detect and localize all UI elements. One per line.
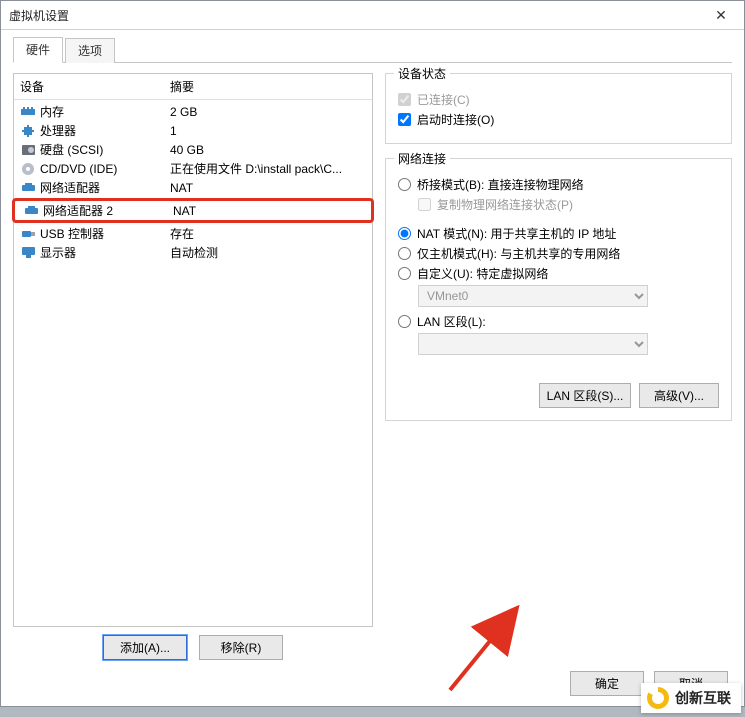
display-icon: [20, 246, 36, 260]
add-button[interactable]: 添加(A)...: [103, 635, 187, 660]
right-pane: 设备状态 已连接(C) 启动时连接(O) 网络连接 桥接模式(B): 直接连接物: [385, 73, 732, 660]
custom-radio[interactable]: 自定义(U): 特定虚拟网络: [398, 265, 719, 282]
group-legend: 设备状态: [394, 65, 450, 82]
device-name: 显示器: [40, 244, 76, 261]
col-device: 设备: [20, 78, 170, 95]
device-summary: 2 GB: [170, 105, 366, 119]
logo-text: 创新互联: [675, 688, 731, 708]
device-summary: NAT: [170, 181, 366, 195]
connect-on-start-input[interactable]: [398, 113, 411, 126]
lan-segments-button[interactable]: LAN 区段(S)...: [539, 383, 631, 408]
vm-settings-window: 虚拟机设置 ✕ 硬件 选项 设备 摘要 内: [0, 0, 745, 707]
custom-vmnet-select: VMnet0: [418, 285, 648, 307]
lan-radio[interactable]: LAN 区段(L):: [398, 313, 719, 330]
window-title: 虚拟机设置: [9, 7, 69, 24]
hostonly-radio[interactable]: 仅主机模式(H): 与主机共享的专用网络: [398, 245, 719, 262]
network-icon: [23, 204, 39, 218]
device-summary: NAT: [173, 204, 363, 218]
device-summary: 自动检测: [170, 244, 366, 261]
nat-input[interactable]: [398, 227, 411, 240]
list-header: 设备 摘要: [14, 74, 372, 100]
device-name: 内存: [40, 103, 64, 120]
remove-button[interactable]: 移除(R): [199, 635, 283, 660]
logo-badge: 创新互联: [641, 683, 741, 713]
device-summary: 存在: [170, 225, 366, 242]
device-name: CD/DVD (IDE): [40, 162, 117, 176]
device-summary: 正在使用文件 D:\install pack\C...: [170, 160, 366, 177]
replicate-input: [418, 198, 431, 211]
network-connection-group: 网络连接 桥接模式(B): 直接连接物理网络 复制物理网络连接状态(P) NAT…: [385, 158, 732, 421]
device-status-group: 设备状态 已连接(C) 启动时连接(O): [385, 73, 732, 144]
nat-radio[interactable]: NAT 模式(N): 用于共享主机的 IP 地址: [398, 225, 719, 242]
custom-input[interactable]: [398, 267, 411, 280]
list-item-display[interactable]: 显示器 自动检测: [14, 243, 372, 262]
logo-icon: [647, 687, 669, 709]
hdd-icon: [20, 143, 36, 157]
connect-on-start-checkbox[interactable]: 启动时连接(O): [398, 111, 719, 128]
device-name: 网络适配器 2: [43, 202, 113, 219]
titlebar: 虚拟机设置 ✕: [1, 1, 744, 30]
list-item-net1[interactable]: 网络适配器 NAT: [14, 178, 372, 197]
list-item-memory[interactable]: 内存 2 GB: [14, 102, 372, 121]
list-item-usb[interactable]: USB 控制器 存在: [14, 224, 372, 243]
device-name: USB 控制器: [40, 225, 104, 242]
group-legend: 网络连接: [394, 150, 450, 167]
advanced-button[interactable]: 高级(V)...: [639, 383, 719, 408]
close-icon[interactable]: ✕: [704, 7, 738, 24]
tabs: 硬件 选项: [13, 38, 732, 63]
list-item-cpu[interactable]: 处理器 1: [14, 121, 372, 140]
highlight-selected: 网络适配器 2 NAT: [12, 198, 374, 223]
device-name: 处理器: [40, 122, 76, 139]
cpu-icon: [20, 124, 36, 138]
replicate-checkbox: 复制物理网络连接状态(P): [418, 196, 719, 213]
network-icon: [20, 181, 36, 195]
col-summary: 摘要: [170, 78, 366, 95]
list-item-net2[interactable]: 网络适配器 2 NAT: [17, 201, 369, 220]
bridged-radio[interactable]: 桥接模式(B): 直接连接物理网络: [398, 176, 719, 193]
device-summary: 1: [170, 124, 366, 138]
bridged-input[interactable]: [398, 178, 411, 191]
list-item-cd[interactable]: CD/DVD (IDE) 正在使用文件 D:\install pack\C...: [14, 159, 372, 178]
left-pane: 设备 摘要 内存 2 GB 处理器: [13, 73, 373, 660]
device-name: 网络适配器: [40, 179, 100, 196]
cd-icon: [20, 162, 36, 176]
tab-options[interactable]: 选项: [65, 38, 115, 63]
tab-hardware[interactable]: 硬件: [13, 37, 63, 63]
device-name: 硬盘 (SCSI): [40, 141, 103, 158]
hostonly-input[interactable]: [398, 247, 411, 260]
list-body: 内存 2 GB 处理器 1 硬盘 (SCSI): [14, 100, 372, 264]
device-summary: 40 GB: [170, 143, 366, 157]
lan-segment-select: [418, 333, 648, 355]
device-list: 设备 摘要 内存 2 GB 处理器: [13, 73, 373, 627]
connected-checkbox: 已连接(C): [398, 91, 719, 108]
usb-icon: [20, 227, 36, 241]
lan-input[interactable]: [398, 315, 411, 328]
ok-button[interactable]: 确定: [570, 671, 644, 696]
memory-icon: [20, 105, 36, 119]
list-item-hdd[interactable]: 硬盘 (SCSI) 40 GB: [14, 140, 372, 159]
connected-input: [398, 93, 411, 106]
